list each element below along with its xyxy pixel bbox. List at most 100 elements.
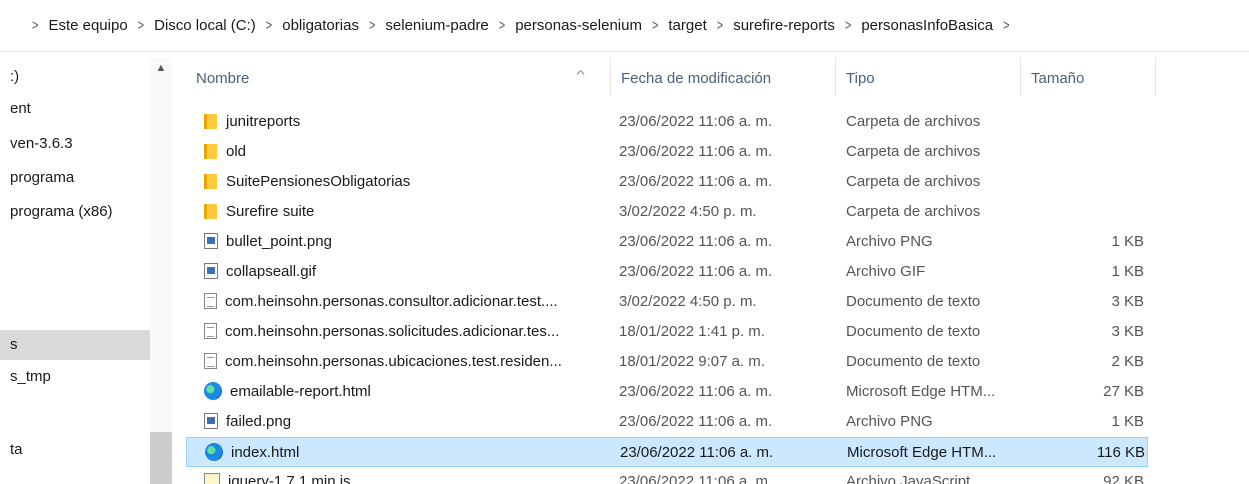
file-name: jquery-1.7.1.min.js: [228, 473, 351, 484]
file-row[interactable]: com.heinsohn.personas.ubicaciones.test.r…: [186, 347, 1148, 377]
nav-item[interactable]: :): [0, 62, 150, 92]
file-type: Carpeta de archivos: [846, 143, 981, 160]
breadcrumb-item[interactable]: Este equipo: [48, 17, 127, 34]
scroll-up-icon[interactable]: ▲: [154, 62, 168, 76]
folder-icon: [204, 113, 218, 129]
column-header: Nombre ^ Fecha de modificación Tipo Tama…: [186, 58, 1156, 96]
file-row[interactable]: junitreports 23/06/2022 11:06 a. m. Carpet…: [186, 107, 1148, 137]
file-name-cell[interactable]: Surefire suite: [204, 197, 614, 227]
file-type: Archivo GIF: [846, 263, 926, 280]
column-header-name[interactable]: Nombre ^: [186, 58, 611, 96]
file-name-cell[interactable]: emailable-report.html: [204, 377, 614, 407]
file-type: Carpeta de archivos: [846, 113, 981, 130]
file-row[interactable]: emailable-report.html 23/06/2022 11:06 a.…: [186, 377, 1148, 407]
nav-scrollbar[interactable]: ▲: [150, 58, 172, 484]
file-date: 23/06/2022 11:06 a. m.: [619, 473, 773, 484]
chevron-right-icon[interactable]: >: [32, 18, 38, 34]
folder-icon: [204, 173, 218, 189]
file-size: 27 KB: [1103, 383, 1144, 400]
nav-item[interactable]: ven-3.6.3: [0, 129, 150, 159]
breadcrumb-item[interactable]: surefire-reports: [733, 17, 835, 34]
file-row[interactable]: jquery-1.7.1.min.js 23/06/2022 11:06 a. m…: [186, 467, 1148, 484]
text-file-icon: [204, 323, 217, 339]
file-list: Nombre ^ Fecha de modificación Tipo Tama…: [186, 58, 1249, 484]
file-name: collapseall.gif: [226, 263, 317, 280]
file-name-cell[interactable]: com.heinsohn.personas.ubicaciones.test.r…: [204, 347, 614, 377]
file-row[interactable]: failed.png 23/06/2022 11:06 a. m. Archivo …: [186, 407, 1148, 437]
breadcrumb-item[interactable]: personas-selenium: [515, 17, 642, 34]
file-date: 23/06/2022 11:06 a. m.: [619, 173, 773, 190]
chevron-right-icon[interactable]: >: [1003, 18, 1009, 34]
file-name: SuitePensionesObligatorias: [226, 173, 411, 190]
chevron-right-icon[interactable]: >: [499, 18, 505, 34]
file-row[interactable]: Surefire suite 3/02/2022 4:50 p. m. Carpet…: [186, 197, 1148, 227]
breadcrumb-item[interactable]: personasInfoBasica: [861, 17, 993, 34]
column-header-date[interactable]: Fecha de modificación: [611, 58, 836, 96]
breadcrumb-item[interactable]: obligatorias: [282, 17, 359, 34]
nav-item[interactable]: s_tmp: [0, 362, 150, 392]
file-type: Documento de texto: [846, 353, 981, 370]
file-name-cell[interactable]: jquery-1.7.1.min.js: [204, 467, 614, 484]
file-name-cell[interactable]: bullet_point.png: [204, 227, 614, 257]
file-name: index.html: [231, 444, 300, 461]
navigation-pane: :) ent ven-3.6.3 programa programa (x86)…: [0, 58, 172, 484]
file-name-cell[interactable]: com.heinsohn.personas.solicitudes.adicio…: [204, 317, 614, 347]
file-date: 23/06/2022 11:06 a. m.: [619, 113, 773, 130]
file-name-cell[interactable]: SuitePensionesObligatorias: [204, 167, 614, 197]
file-date: 3/02/2022 4:50 p. m.: [619, 203, 757, 220]
nav-item[interactable]: programa (x86): [0, 197, 150, 227]
nav-item[interactable]: ta: [0, 435, 150, 465]
file-name: com.heinsohn.personas.ubicaciones.test.r…: [225, 353, 562, 370]
file-row[interactable]: collapseall.gif 23/06/2022 11:06 a. m. Arc…: [186, 257, 1148, 287]
file-row[interactable]: SuitePensionesObligatorias 23/06/2022 11:…: [186, 167, 1148, 197]
nav-item[interactable]: programa: [0, 163, 150, 193]
file-type: Carpeta de archivos: [846, 203, 981, 220]
column-header-size[interactable]: Tamaño: [1021, 58, 1156, 96]
file-date: 18/01/2022 1:41 p. m.: [619, 323, 765, 340]
chevron-right-icon[interactable]: >: [652, 18, 658, 34]
file-row[interactable]: old 23/06/2022 11:06 a. m. Carpeta de arch…: [186, 137, 1148, 167]
sort-ascending-icon: ^: [576, 69, 585, 81]
file-name-cell[interactable]: old: [204, 137, 614, 167]
file-name: failed.png: [226, 413, 292, 430]
file-row[interactable]: bullet_point.png 23/06/2022 11:06 a. m. Ar…: [186, 227, 1148, 257]
file-name-cell[interactable]: failed.png: [204, 407, 614, 437]
file-name-cell[interactable]: collapseall.gif: [204, 257, 614, 287]
column-header-name-label: Nombre: [196, 70, 250, 87]
file-name: junitreports: [226, 113, 301, 130]
image-file-icon: [204, 413, 218, 429]
file-name: emailable-report.html: [230, 383, 371, 400]
chevron-right-icon[interactable]: >: [717, 18, 723, 34]
chevron-right-icon[interactable]: >: [266, 18, 272, 34]
chevron-right-icon[interactable]: >: [845, 18, 851, 34]
scrollbar-thumb[interactable]: [150, 432, 172, 484]
file-size: 92 KB: [1103, 473, 1144, 484]
text-file-icon: [204, 293, 217, 309]
file-date: 3/02/2022 4:50 p. m.: [619, 293, 757, 310]
breadcrumb-item[interactable]: target: [668, 17, 706, 34]
file-size: 3 KB: [1111, 293, 1144, 310]
file-name-cell[interactable]: junitreports: [204, 107, 614, 137]
file-name: Surefire suite: [226, 203, 315, 220]
file-type: Documento de texto: [846, 323, 981, 340]
file-size: 1 KB: [1111, 413, 1144, 430]
edge-icon: [204, 382, 222, 400]
file-name-cell[interactable]: index.html: [205, 438, 615, 468]
column-header-type[interactable]: Tipo: [836, 58, 1021, 96]
file-name: com.heinsohn.personas.consultor.adiciona…: [225, 293, 558, 310]
file-name-cell[interactable]: com.heinsohn.personas.consultor.adiciona…: [204, 287, 614, 317]
breadcrumb-item[interactable]: Disco local (C:): [154, 17, 256, 34]
file-type: Microsoft Edge HTM...: [846, 383, 996, 400]
file-row-selected[interactable]: index.html 23/06/2022 11:06 a. m. Microsof…: [186, 437, 1148, 467]
folder-icon: [204, 203, 218, 219]
file-date: 23/06/2022 11:06 a. m.: [619, 263, 773, 280]
nav-item[interactable]: ent: [0, 94, 150, 124]
file-row[interactable]: com.heinsohn.personas.solicitudes.adicio…: [186, 317, 1148, 347]
file-date: 23/06/2022 11:06 a. m.: [619, 233, 773, 250]
file-row[interactable]: com.heinsohn.personas.consultor.adiciona…: [186, 287, 1148, 317]
text-file-icon: [204, 353, 217, 369]
nav-item-selected[interactable]: s: [0, 330, 150, 360]
breadcrumb-item[interactable]: selenium-padre: [385, 17, 488, 34]
chevron-right-icon[interactable]: >: [369, 18, 375, 34]
chevron-right-icon[interactable]: >: [138, 18, 144, 34]
